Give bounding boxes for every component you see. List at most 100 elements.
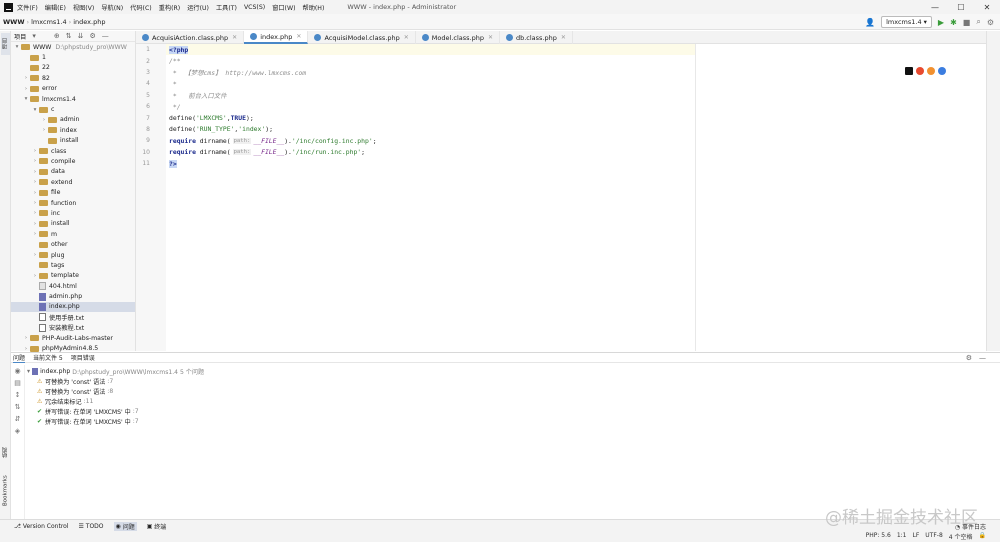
tree-item-22[interactable]: 22 (11, 63, 135, 73)
tree-item-install[interactable]: › install (11, 219, 135, 229)
lock-icon[interactable]: 🔒 (979, 532, 986, 541)
chevron-icon[interactable]: › (31, 190, 39, 196)
tree-item-lmxcms1-4[interactable]: ▾ lmxcms1.4 (11, 94, 135, 104)
editor-tab[interactable]: db.class.php ✕ (500, 31, 573, 44)
tab-project-errors[interactable]: 项目错误 (71, 353, 95, 362)
editor-tab[interactable]: AcquisiModel.class.php ✕ (308, 31, 416, 44)
code-line[interactable]: require dirname(path: __FILE__). '/inc/run… (166, 147, 695, 158)
stop-icon[interactable]: ■ (963, 18, 971, 27)
collapse-all-icon[interactable]: ⇵ (11, 413, 24, 425)
menu-item-6[interactable]: 运行(U) (187, 3, 209, 12)
editor-tab[interactable]: AcquisiAction.class.php ✕ (136, 31, 245, 44)
tree-item-extend[interactable]: › extend (11, 177, 135, 187)
settings-icon[interactable]: ⚙ (987, 18, 994, 27)
menu-item-8[interactable]: VCS(S) (244, 4, 265, 11)
code-line[interactable]: require dirname(path: __FILE__). '/inc/con… (166, 135, 695, 146)
tree-item-template[interactable]: › template (11, 271, 135, 281)
problem-item[interactable]: ✔ 拼写错误: 在单词 'LMXCMS' 中:7 (27, 416, 204, 426)
menu-item-10[interactable]: 帮助(H) (303, 3, 325, 12)
tab-problems-bottom[interactable]: ◉ 问题 (113, 522, 137, 531)
run-icon[interactable]: ▶ (938, 18, 944, 27)
tree-item-other[interactable]: other (11, 239, 135, 249)
tree-item-m[interactable]: › m (11, 229, 135, 239)
chevron-icon[interactable]: › (22, 335, 30, 341)
chevron-icon[interactable]: › (31, 273, 39, 279)
chevron-icon[interactable]: › (40, 117, 48, 123)
expand-all-icon[interactable]: ⇅ (11, 401, 24, 413)
structure-tool-tab[interactable]: 结构 (1, 441, 10, 465)
menu-item-9[interactable]: 窗口(W) (272, 3, 295, 12)
tree-item-404-html[interactable]: 404.html (11, 281, 135, 291)
chevron-icon[interactable]: ▾ (22, 96, 30, 102)
sort-icon[interactable]: ↕ (11, 389, 24, 401)
file-encoding[interactable]: UTF-8 (925, 532, 943, 541)
tree-item-compile[interactable]: › compile (11, 156, 135, 166)
menu-item-7[interactable]: 工具(T) (216, 3, 237, 12)
tree-item-www[interactable]: ▾ WWW D:\phpstudy_pro\WWW (11, 42, 135, 52)
problem-item[interactable]: ✔ 拼写错误: 在单词 'LMXCMS' 中:7 (27, 406, 204, 416)
chevron-icon[interactable]: › (31, 200, 39, 206)
locate-icon[interactable]: ⊕ (54, 32, 60, 40)
line-separator[interactable]: LF (912, 532, 919, 541)
tree-item-1[interactable]: 1 (11, 52, 135, 62)
code-line[interactable]: * 【梦想cms】 http://www.lmxcms.com (166, 67, 695, 78)
chevron-icon[interactable]: › (31, 179, 39, 185)
debug-icon[interactable]: ✱ (950, 18, 957, 27)
tree-item-admin[interactable]: › admin (11, 115, 135, 125)
tab-todo[interactable]: ☰ TODO (79, 522, 104, 531)
php-version[interactable]: PHP: 5.6 (866, 532, 891, 541)
tree-item-plug[interactable]: › plug (11, 250, 135, 260)
problem-file-row[interactable]: ▾ index.php D:\phpstudy_pro\WWW\lmxcms1.… (27, 366, 204, 376)
indent-setting[interactable]: 4 个空格 (949, 532, 973, 541)
chevron-icon[interactable]: › (31, 169, 39, 175)
code-line[interactable]: */ (166, 101, 695, 112)
minimize-button[interactable]: — (922, 0, 948, 14)
tree-item-c[interactable]: ▾ c (11, 104, 135, 114)
menu-item-2[interactable]: 视图(V) (73, 3, 94, 12)
menu-item-5[interactable]: 重构(R) (159, 3, 181, 12)
hide-icon[interactable]: — (979, 354, 986, 362)
tree-item-index-php[interactable]: index.php (11, 301, 135, 313)
tree-item-install[interactable]: install (11, 136, 135, 146)
menu-item-1[interactable]: 编辑(E) (45, 3, 66, 12)
chrome-icon[interactable] (916, 67, 924, 75)
code-line[interactable]: ?> (166, 158, 695, 169)
menu-item-3[interactable]: 导航(N) (101, 3, 123, 12)
project-tool-tab[interactable]: 项目 (1, 33, 10, 55)
code-line[interactable]: * (166, 78, 695, 89)
chevron-icon[interactable]: › (40, 127, 48, 133)
chevron-icon[interactable]: ▾ (13, 44, 21, 50)
edge-icon[interactable] (938, 67, 946, 75)
close-icon[interactable]: ✕ (404, 34, 409, 41)
editor-tab[interactable]: Model.class.php ✕ (416, 31, 500, 44)
phpstorm-browser-icon[interactable] (905, 67, 913, 75)
search-icon[interactable]: ⌕ (976, 17, 980, 27)
tree-item-index[interactable]: › index (11, 125, 135, 135)
hide-icon[interactable]: — (102, 32, 109, 40)
close-icon[interactable]: ✕ (488, 34, 493, 41)
run-config-select[interactable]: lmxcms1.4 ▾ (881, 16, 932, 28)
tree-item-82[interactable]: › 82 (11, 73, 135, 83)
code-line[interactable]: /** (166, 55, 695, 66)
pin-icon[interactable]: ◈ (11, 425, 24, 437)
problem-item[interactable]: ⚠ 可替换为 'const' 语法:7 (27, 376, 204, 386)
chevron-icon[interactable]: › (22, 346, 30, 352)
caret-position[interactable]: 1:1 (897, 532, 907, 541)
tree-item--txt[interactable]: 安装教程.txt (11, 323, 135, 333)
menu-item-4[interactable]: 代码(C) (130, 3, 152, 12)
chevron-icon[interactable]: › (22, 86, 30, 92)
chevron-icon[interactable]: › (22, 75, 30, 81)
gear-icon[interactable]: ⚙ (90, 32, 96, 40)
tab-current-file[interactable]: 当前文件 5 (33, 353, 63, 362)
chevron-icon[interactable]: › (31, 148, 39, 154)
close-icon[interactable]: ✕ (232, 34, 237, 41)
close-button[interactable]: ✕ (974, 0, 1000, 14)
tree-item-admin-php[interactable]: admin.php (11, 291, 135, 301)
chevron-icon[interactable]: › (31, 158, 39, 164)
tree-item-inc[interactable]: › inc (11, 208, 135, 218)
tree-item--txt[interactable]: 使用手册.txt (11, 312, 135, 322)
project-panel-title[interactable]: 项目 (14, 32, 26, 41)
close-icon[interactable]: ✕ (296, 33, 301, 40)
tree-item-tags[interactable]: tags (11, 260, 135, 270)
tree-item-class[interactable]: › class (11, 146, 135, 156)
